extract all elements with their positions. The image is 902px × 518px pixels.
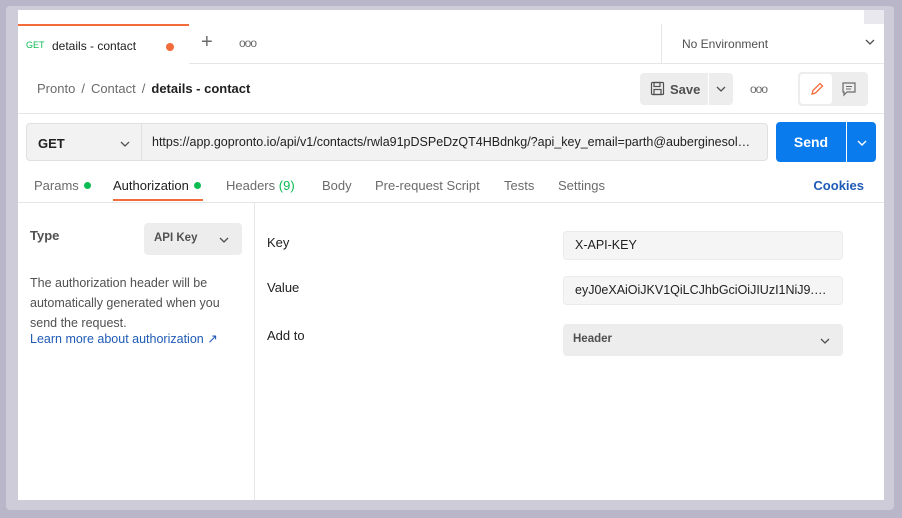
comment-icon (842, 82, 856, 97)
breadcrumb: Pronto / Contact / details - contact (37, 81, 250, 96)
chevron-down-icon (857, 140, 867, 146)
environment-selector[interactable]: No Environment (661, 24, 884, 64)
page-title[interactable]: details - contact (151, 81, 250, 96)
breadcrumb-separator: / (141, 81, 146, 96)
breadcrumb-item-contact[interactable]: Contact (91, 81, 136, 96)
active-dot-icon (83, 182, 91, 189)
tab-params[interactable]: Params (34, 178, 91, 193)
value-input[interactable]: eyJ0eXAiOiJKV1QiLCJhbGciOiJIUzI1NiJ9.eyJ… (563, 276, 843, 305)
tab-prerequest-script[interactable]: Pre-request Script (375, 178, 480, 193)
request-tabs: Params Authorization Headers (9) Body Pr… (18, 173, 884, 203)
unsaved-dot-icon (166, 43, 174, 51)
view-mode-toggle (798, 72, 868, 106)
send-options-button[interactable] (847, 122, 876, 162)
edit-mode-button[interactable] (800, 74, 832, 104)
tab-settings[interactable]: Settings (558, 178, 605, 193)
window-strip (864, 10, 884, 24)
cookies-link[interactable]: Cookies (813, 178, 864, 193)
chevron-down-icon (865, 39, 875, 45)
method-selector[interactable]: GET (26, 123, 142, 161)
tab-headers[interactable]: Headers (9) (226, 178, 295, 193)
headers-count: (9) (278, 178, 295, 193)
tab-title: details - contact (52, 39, 137, 53)
pencil-icon (811, 82, 824, 95)
key-label: Key (267, 235, 290, 250)
chevron-down-icon (219, 237, 229, 243)
ellipsis-icon[interactable]: ooo (239, 36, 257, 50)
tab-bar: GET details - contact + ooo No Environme… (18, 24, 884, 64)
breadcrumb-separator: / (81, 81, 85, 96)
tab-tests[interactable]: Tests (504, 178, 534, 193)
tab-authorization-label: Authorization (113, 178, 189, 193)
tab-method-label: GET (26, 40, 45, 50)
url-input[interactable]: https://app.gopronto.io/api/v1/contacts/… (142, 123, 768, 161)
ellipsis-icon[interactable]: ooo (750, 82, 768, 96)
tab-body[interactable]: Body (322, 178, 352, 193)
send-button[interactable]: Send (776, 122, 846, 162)
plus-icon[interactable]: + (201, 32, 213, 52)
active-tab-indicator (113, 199, 203, 201)
tab-details-contact[interactable]: GET details - contact (18, 24, 189, 64)
save-icon (650, 81, 665, 96)
auth-type-panel: Type API Key The authorization header wi… (18, 203, 255, 500)
chevron-down-icon (820, 338, 830, 344)
learn-more-link[interactable]: Learn more about authorization ↗ (30, 331, 218, 346)
add-to-label: Add to (267, 328, 305, 343)
breadcrumb-item-pronto[interactable]: Pronto (37, 81, 75, 96)
save-label: Save (670, 82, 701, 97)
divider (18, 113, 884, 114)
add-to-select[interactable]: Header (563, 324, 843, 356)
add-to-value: Header (573, 333, 612, 345)
save-options-button[interactable] (709, 73, 733, 105)
chevron-down-icon (716, 86, 726, 92)
auth-type-value: API Key (154, 232, 198, 244)
save-button[interactable]: Save (640, 73, 708, 105)
method-label: GET (38, 136, 65, 151)
tab-authorization[interactable]: Authorization (113, 178, 201, 193)
environment-label: No Environment (682, 37, 769, 51)
auth-type-label: Type (30, 228, 60, 243)
active-dot-icon (193, 182, 201, 189)
app-window: GET details - contact + ooo No Environme… (18, 10, 884, 500)
tab-headers-label: Headers (226, 178, 276, 193)
tab-params-label: Params (34, 178, 79, 193)
chevron-down-icon (120, 141, 130, 147)
value-label: Value (267, 280, 300, 295)
auth-type-select[interactable]: API Key (144, 223, 242, 255)
key-input[interactable]: X-API-KEY (563, 231, 843, 260)
auth-description: The authorization header will be automat… (30, 276, 220, 330)
